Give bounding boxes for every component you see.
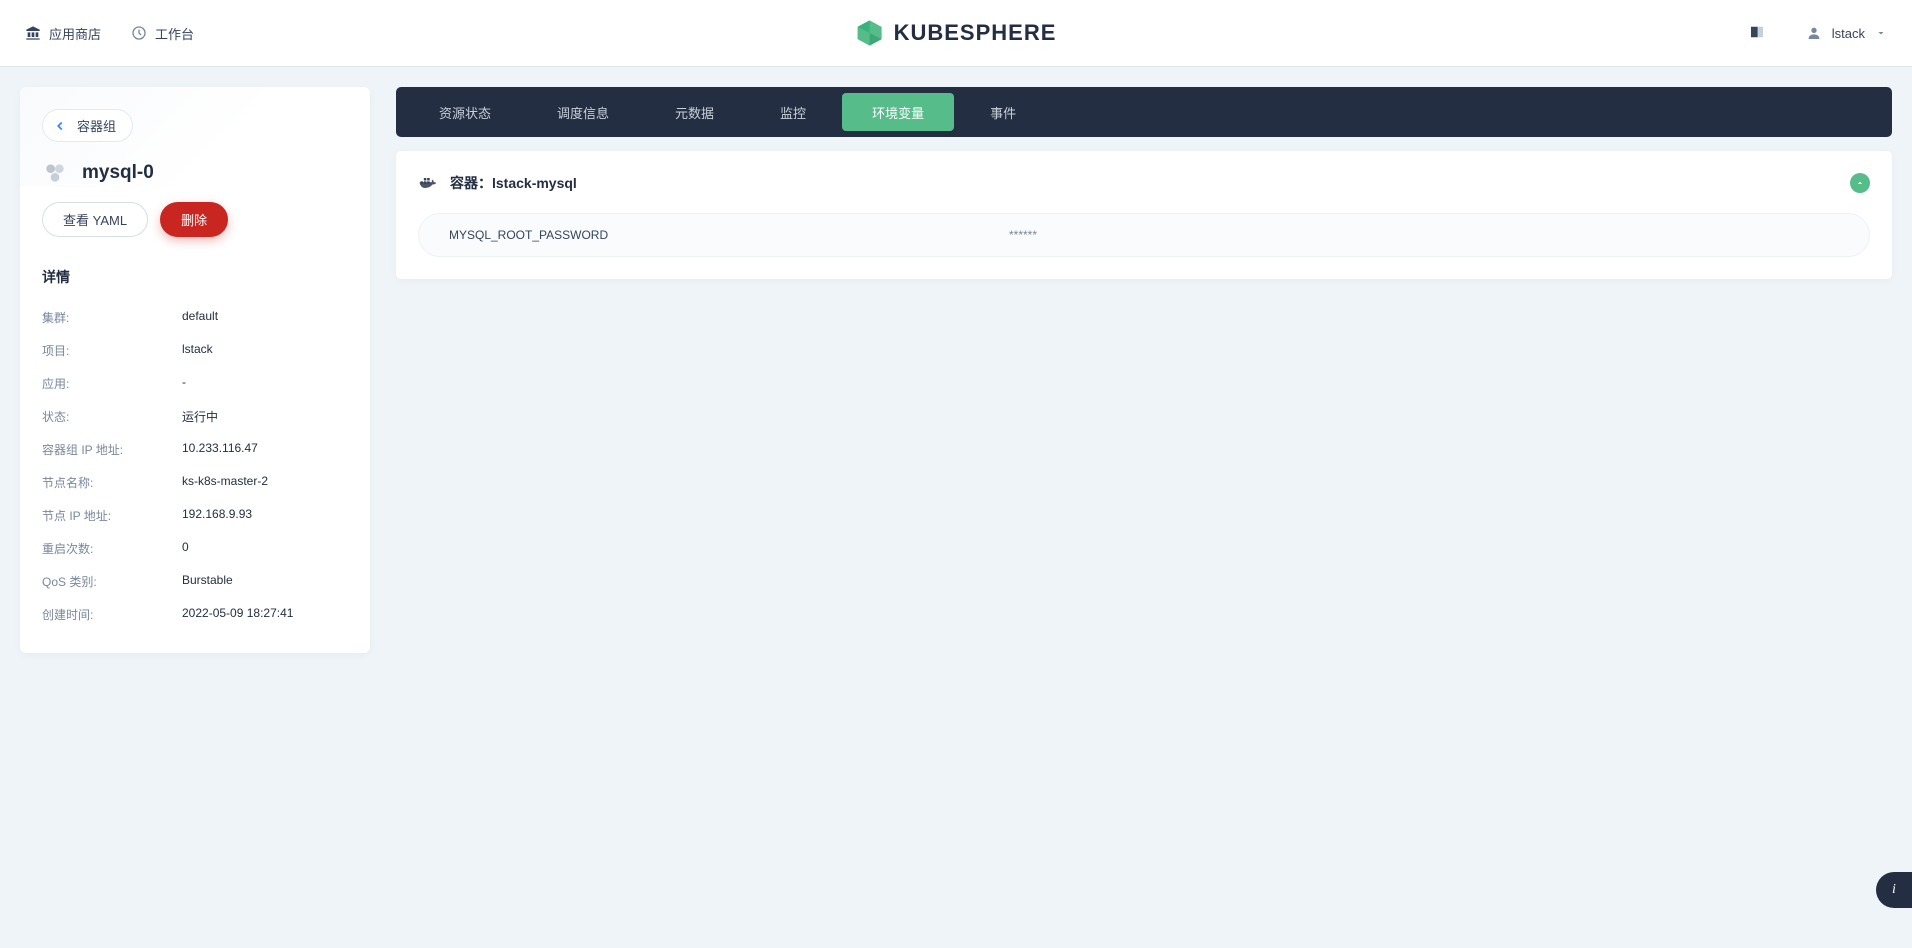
- detail-row: 项目:lstack: [42, 334, 348, 367]
- details-list: 集群:default项目:lstack应用:-状态:运行中容器组 IP 地址:1…: [42, 301, 348, 631]
- detail-value: default: [182, 309, 218, 326]
- env-value: ******: [1009, 228, 1037, 242]
- detail-value: Burstable: [182, 573, 233, 590]
- content: 容器组 mysql-0 查看 YAML 删除 详情 集群:default项目:l…: [0, 67, 1912, 673]
- detail-value: -: [182, 375, 186, 392]
- detail-value: 2022-05-09 18:27:41: [182, 606, 293, 623]
- pod-title: mysql-0: [42, 160, 348, 186]
- workbench-icon: [131, 25, 147, 41]
- detail-label: QoS 类别:: [42, 573, 182, 590]
- chevron-up-icon: [1855, 178, 1865, 188]
- detail-value: 192.168.9.93: [182, 507, 252, 524]
- collapse-button[interactable]: [1850, 173, 1870, 193]
- notifications-icon[interactable]: [1748, 23, 1766, 44]
- detail-label: 项目:: [42, 342, 182, 359]
- action-buttons: 查看 YAML 删除: [42, 202, 348, 237]
- side-panel: 容器组 mysql-0 查看 YAML 删除 详情 集群:default项目:l…: [20, 87, 370, 653]
- detail-row: 节点名称:ks-k8s-master-2: [42, 466, 348, 499]
- brand-text: KUBESPHERE: [894, 20, 1057, 46]
- store-icon: [25, 25, 41, 41]
- user-menu[interactable]: lstack: [1806, 25, 1887, 41]
- pod-icon: [42, 160, 68, 186]
- env-key: MYSQL_ROOT_PASSWORD: [449, 228, 1009, 242]
- username-label: lstack: [1832, 26, 1865, 41]
- tab-元数据[interactable]: 元数据: [645, 93, 744, 131]
- detail-value: lstack: [182, 342, 213, 359]
- tab-事件[interactable]: 事件: [960, 93, 1046, 131]
- env-variable-row: MYSQL_ROOT_PASSWORD ******: [418, 213, 1870, 257]
- delete-button[interactable]: 删除: [160, 202, 228, 237]
- detail-label: 节点 IP 地址:: [42, 507, 182, 524]
- details-title: 详情: [42, 267, 348, 287]
- detail-label: 应用:: [42, 375, 182, 392]
- chevron-left-icon: [53, 119, 67, 133]
- user-icon: [1806, 25, 1822, 41]
- env-card: 容器：lstack-mysql MYSQL_ROOT_PASSWORD ****…: [396, 151, 1892, 279]
- help-button[interactable]: i: [1876, 872, 1912, 908]
- tab-环境变量[interactable]: 环境变量: [842, 93, 954, 131]
- detail-label: 重启次数:: [42, 540, 182, 557]
- workbench-label: 工作台: [155, 24, 194, 43]
- detail-label: 状态:: [42, 408, 182, 425]
- app-store-label: 应用商店: [49, 24, 101, 43]
- docker-icon: [418, 173, 438, 193]
- view-yaml-button[interactable]: 查看 YAML: [42, 202, 148, 237]
- header-right: lstack: [1748, 23, 1887, 44]
- main-panel: 资源状态调度信息元数据监控环境变量事件 容器：lstack-mysql MYSQ…: [396, 87, 1892, 653]
- detail-row: 容器组 IP 地址:10.233.116.47: [42, 433, 348, 466]
- tabs-bar: 资源状态调度信息元数据监控环境变量事件: [396, 87, 1892, 137]
- detail-label: 节点名称:: [42, 474, 182, 491]
- container-title: 容器：lstack-mysql: [450, 173, 577, 193]
- detail-row: 应用:-: [42, 367, 348, 400]
- detail-row: QoS 类别:Burstable: [42, 565, 348, 598]
- tab-调度信息[interactable]: 调度信息: [527, 93, 639, 131]
- container-header: 容器：lstack-mysql: [418, 173, 1870, 193]
- brand[interactable]: KUBESPHERE: [856, 19, 1057, 47]
- detail-value: 运行中: [182, 408, 218, 425]
- breadcrumb-back-label: 容器组: [77, 116, 116, 135]
- workbench-link[interactable]: 工作台: [131, 24, 194, 43]
- detail-row: 集群:default: [42, 301, 348, 334]
- detail-value: ks-k8s-master-2: [182, 474, 268, 491]
- tab-监控[interactable]: 监控: [750, 93, 836, 131]
- app-store-link[interactable]: 应用商店: [25, 24, 101, 43]
- detail-label: 集群:: [42, 309, 182, 326]
- detail-row: 节点 IP 地址:192.168.9.93: [42, 499, 348, 532]
- pod-name: mysql-0: [82, 162, 154, 184]
- chevron-down-icon: [1875, 27, 1887, 39]
- breadcrumb-back[interactable]: 容器组: [42, 109, 133, 142]
- detail-label: 容器组 IP 地址:: [42, 441, 182, 458]
- header-left: 应用商店 工作台: [25, 24, 194, 43]
- kubesphere-logo-icon: [856, 19, 884, 47]
- tab-资源状态[interactable]: 资源状态: [409, 93, 521, 131]
- detail-value: 0: [182, 540, 189, 557]
- detail-value: 10.233.116.47: [182, 441, 258, 458]
- detail-row: 重启次数:0: [42, 532, 348, 565]
- top-header: 应用商店 工作台 KUBESPHERE lstack: [0, 0, 1912, 67]
- detail-row: 状态:运行中: [42, 400, 348, 433]
- detail-label: 创建时间:: [42, 606, 182, 623]
- detail-row: 创建时间:2022-05-09 18:27:41: [42, 598, 348, 631]
